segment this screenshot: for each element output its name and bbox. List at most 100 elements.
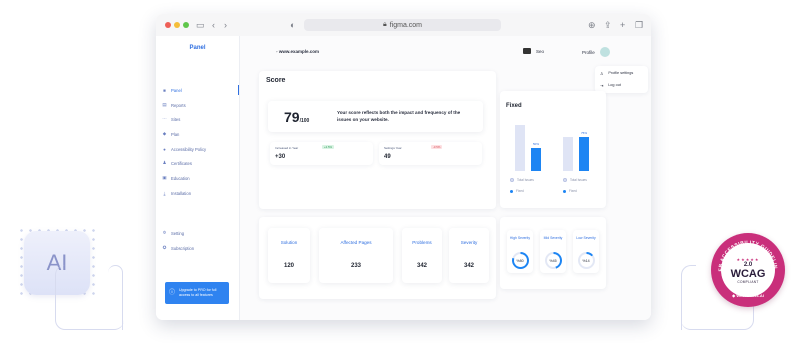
sidebar-item-label: Sites <box>171 116 181 122</box>
sidebar-item-label: Plan <box>171 131 180 137</box>
bar-data-label: 50% <box>532 142 539 146</box>
chart-plot-area: 50% 75% <box>500 121 606 171</box>
sidebar-item-subscription[interactable]: ✪ Subscription <box>162 243 239 253</box>
stat-value: +30 <box>275 154 286 160</box>
bar-total-issues <box>515 125 525 171</box>
address-bar[interactable]: 🔒︎ figma.com <box>304 19 501 31</box>
legend-label: Fixed <box>516 189 524 193</box>
bar-total-issues <box>563 136 573 171</box>
summary-header: Severity <box>460 240 478 245</box>
score-number: 79 <box>284 109 300 125</box>
legend-swatch-fixed <box>563 189 566 193</box>
badge-brand: ◆ WebAssess.AI <box>711 293 785 298</box>
legend-swatch-total <box>563 178 567 182</box>
severity-value: %80 <box>513 254 527 267</box>
subscription-icon: ✪ <box>162 245 167 250</box>
stat-label: Increased in Year <box>275 146 299 150</box>
summary-value: 342 <box>416 263 427 269</box>
wcag-badge: WEB ACCESSIBILITY GUIDELINES ★★★★★ 2.0 W… <box>711 233 785 307</box>
back-icon[interactable]: ‹ <box>212 19 215 31</box>
download-icon[interactable]: ⊕ <box>588 19 596 31</box>
sidebar-item-installation[interactable]: ⤓ Installation <box>162 188 239 198</box>
severity-high: High Severity %80 <box>507 230 533 273</box>
shield-icon[interactable]: ◐ <box>290 19 295 31</box>
sidebar-item-certificates[interactable]: ♟ Certificates <box>162 158 239 168</box>
language-label: Seo <box>536 48 545 54</box>
sidebar-item-reports[interactable]: ▤ Reports <box>162 100 239 110</box>
tabs-overview-icon[interactable]: ❐ <box>635 19 643 31</box>
sidebar-item-plan[interactable]: ◆ Plan <box>162 129 239 139</box>
sidebar-item-label: Reports <box>171 102 186 108</box>
logout-icon: ⇥ <box>600 84 604 88</box>
new-tab-icon[interactable]: + <box>620 19 625 31</box>
connector-line-left-top <box>108 265 123 330</box>
maximize-window-button[interactable] <box>183 22 189 28</box>
sidebar-item-sites[interactable]: ⋯ Sites <box>162 114 239 124</box>
logout-item[interactable]: ⇥ Log out <box>600 83 621 88</box>
bar-fixed <box>531 148 541 171</box>
sidebar-item-label: Subscription <box>171 245 195 251</box>
profile-settings-item[interactable]: ♙ Profile settings <box>600 71 633 76</box>
legend-total-issues-2: Total Issues <box>563 178 587 182</box>
profile-button[interactable]: Profile <box>582 47 610 57</box>
fixed-chart-card: Fixed 50% 75% Total Issues Fixed Total Is… <box>500 91 606 208</box>
sidebar: Panel ■ Panel ▤ Reports ⋯ Sites ◆ Plan ●… <box>156 36 240 320</box>
dashboard-icon: ■ <box>163 87 166 93</box>
certificate-icon: ♟ <box>162 160 167 165</box>
sidebar-item-education[interactable]: ▣ Education <box>162 173 239 183</box>
severity-card: High Severity %80 Mid Severity %45 Low S… <box>500 217 606 289</box>
severity-label: Mid Severity <box>543 236 563 240</box>
sidebar-item-accessibility-policy[interactable]: ● Accessibility Policy <box>162 144 239 154</box>
score-summary: 79/100 Your score reflects both the impa… <box>268 101 483 132</box>
stat-label: Settings Year <box>384 146 402 150</box>
installation-icon: ⤓ <box>163 190 166 196</box>
language-selector[interactable]: Seo <box>523 48 544 54</box>
summary-header: Problems <box>412 240 432 245</box>
close-window-button[interactable] <box>165 22 171 28</box>
flag-icon <box>523 48 531 54</box>
severity-ring-low: %14 <box>577 252 595 269</box>
sidebar-item-setting[interactable]: ✲ Setting <box>162 228 239 238</box>
minimize-window-button[interactable] <box>174 22 180 28</box>
sites-icon: ⋯ <box>162 116 167 121</box>
score-card: Score 79/100 Your score reflects both th… <box>259 71 496 209</box>
browser-toolbar: ▭ ‹ › ◐ 🔒︎ figma.com ⊕ ⇪ + ❐ <box>156 14 651 37</box>
forward-icon[interactable]: › <box>224 19 227 31</box>
severity-label: Low Severity <box>576 236 596 240</box>
severity-ring-high: %80 <box>511 252 529 269</box>
bar-fixed <box>579 136 589 171</box>
app-content: Panel ■ Panel ▤ Reports ⋯ Sites ◆ Plan ●… <box>156 36 651 320</box>
summary-card: Solution 120 Affected Pages 233 Problems… <box>259 217 496 299</box>
reports-icon: ▤ <box>162 102 167 107</box>
menu-item-label: Log out <box>608 83 621 87</box>
education-icon: ▣ <box>162 175 167 180</box>
legend-swatch-total <box>510 178 514 182</box>
summary-severity: Severity 342 <box>449 228 489 283</box>
sidebar-item-panel[interactable]: ■ Panel <box>162 85 239 95</box>
sidebar-toggle-icon[interactable]: ▭ <box>196 19 205 31</box>
score-value: 79/100 <box>284 109 309 127</box>
plan-icon: ◆ <box>162 131 167 136</box>
summary-solution: Solution 120 <box>268 228 310 283</box>
severity-label: High Severity <box>509 236 531 240</box>
summary-header: Solution <box>280 240 298 245</box>
site-url[interactable]: ◦ www.example.com <box>276 49 319 54</box>
score-max: /100 <box>299 118 310 124</box>
upgrade-text: Upgrade to PRO for full access to all fe… <box>179 288 217 297</box>
profile-menu: ♙ Profile settings ⇥ Log out <box>595 66 648 93</box>
browser-window: ▭ ‹ › ◐ 🔒︎ figma.com ⊕ ⇪ + ❐ Panel ■ Pan… <box>156 14 651 320</box>
chart-title: Fixed <box>506 103 522 109</box>
badge-center: ★★★★★ 2.0 WCAG COMPLIANT <box>721 243 775 297</box>
stat-settings: Settings Year -3.5% 49 <box>379 142 482 165</box>
stat-delta-badge: +2.5% <box>322 145 335 149</box>
summary-header: Affected Pages <box>340 240 372 245</box>
share-icon[interactable]: ⇪ <box>604 19 612 31</box>
legend-label: Total Issues <box>517 178 534 182</box>
severity-value: %45 <box>546 254 560 267</box>
upgrade-banner[interactable]: ⓘ Upgrade to PRO for full access to all … <box>165 282 229 304</box>
lock-icon: 🔒︎ <box>382 21 387 28</box>
policy-icon: ● <box>163 146 166 152</box>
severity-low: Low Severity %14 <box>573 230 599 273</box>
sidebar-item-label: Certificates <box>171 160 192 166</box>
summary-affected-pages: Affected Pages 233 <box>319 228 393 283</box>
